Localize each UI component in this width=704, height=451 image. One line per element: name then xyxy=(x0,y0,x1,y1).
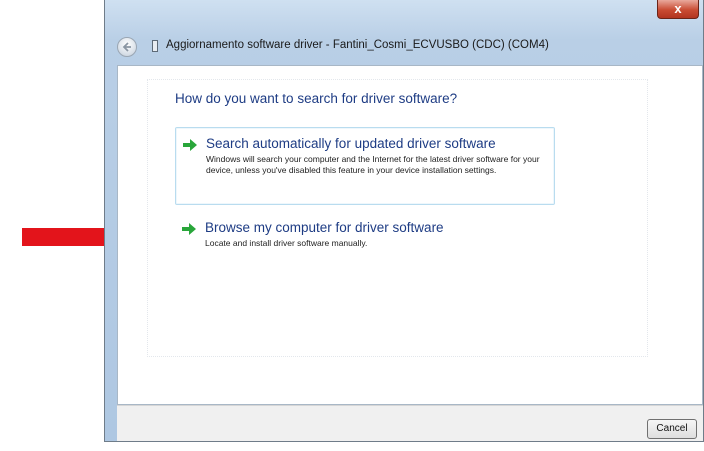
driver-update-window: x Aggiornamento software driver - Fantin… xyxy=(104,0,704,442)
browse-computer-option[interactable]: Browse my computer for driver software L… xyxy=(175,212,555,252)
device-icon xyxy=(152,40,158,52)
search-automatically-option[interactable]: Search automatically for updated driver … xyxy=(175,127,555,205)
window-title: Aggiornamento software driver - Fantini_… xyxy=(166,39,549,51)
option-description: Windows will search your computer and th… xyxy=(206,154,540,175)
option-title: Search automatically for updated driver … xyxy=(206,136,496,151)
green-arrow-icon xyxy=(183,139,197,151)
back-button[interactable] xyxy=(117,37,137,57)
option-description: Locate and install driver software manua… xyxy=(205,238,368,248)
content-pane: How do you want to search for driver sof… xyxy=(117,65,703,405)
cancel-button[interactable]: Cancel xyxy=(647,419,697,439)
button-bar: Cancel xyxy=(117,405,703,441)
green-arrow-icon xyxy=(182,223,196,235)
page-question: How do you want to search for driver sof… xyxy=(175,91,458,106)
back-arrow-icon xyxy=(122,42,131,52)
close-button[interactable]: x xyxy=(657,0,699,19)
option-title: Browse my computer for driver software xyxy=(205,220,444,235)
